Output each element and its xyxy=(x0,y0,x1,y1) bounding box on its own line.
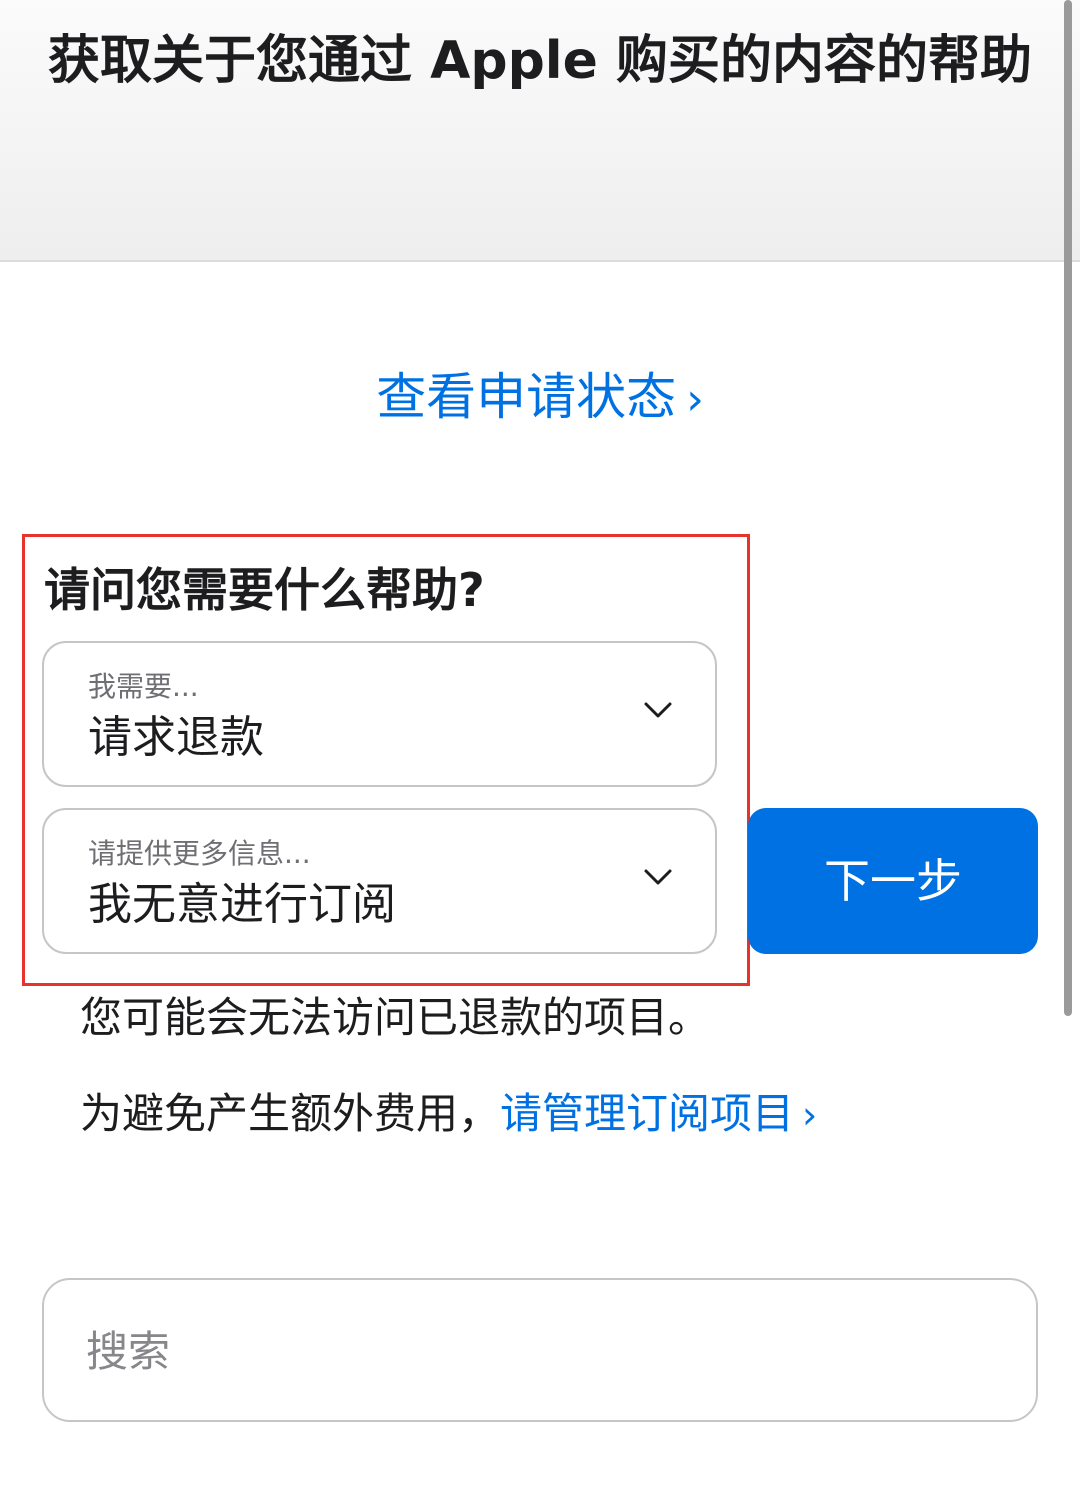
help-question-heading: 请问您需要什么帮助? xyxy=(44,563,485,617)
more-info-select-label: 请提供更多信息... xyxy=(88,837,311,870)
need-select-value: 请求退款 xyxy=(88,712,264,763)
more-info-select-value: 我无意进行订阅 xyxy=(88,879,396,930)
chevron-down-icon xyxy=(644,702,672,718)
page-title: 获取关于您通过 Apple 购买的内容的帮助 xyxy=(48,31,1032,91)
search-box[interactable] xyxy=(42,1278,1038,1422)
subscription-notice-text: 为避免产生额外费用， xyxy=(80,1089,501,1138)
more-info-select[interactable]: 请提供更多信息... 我无意进行订阅 xyxy=(42,808,717,954)
next-button[interactable]: 下一步 xyxy=(748,808,1038,954)
scrollbar[interactable] xyxy=(1064,0,1072,1016)
chevron-right-icon: › xyxy=(686,374,704,425)
manage-subscriptions-link[interactable]: 请管理订阅项目 › xyxy=(500,1089,817,1138)
chevron-down-icon xyxy=(644,869,672,885)
manage-subscriptions-label: 请管理订阅项目 xyxy=(500,1089,795,1138)
refund-notice: 您可能会无法访问已退款的项目。 xyxy=(80,993,711,1042)
view-request-status-link[interactable]: 查看申请状态 › xyxy=(0,364,1080,433)
subscription-notice: 为避免产生额外费用，请管理订阅项目 › xyxy=(80,1086,817,1143)
search-input[interactable] xyxy=(86,1316,986,1386)
need-select[interactable]: 我需要... 请求退款 xyxy=(42,641,717,787)
header: 获取关于您通过 Apple 购买的内容的帮助 xyxy=(0,0,1080,262)
chevron-right-icon: › xyxy=(802,1093,818,1137)
status-link-label: 查看申请状态 xyxy=(376,368,677,426)
need-select-label: 我需要... xyxy=(88,670,199,703)
